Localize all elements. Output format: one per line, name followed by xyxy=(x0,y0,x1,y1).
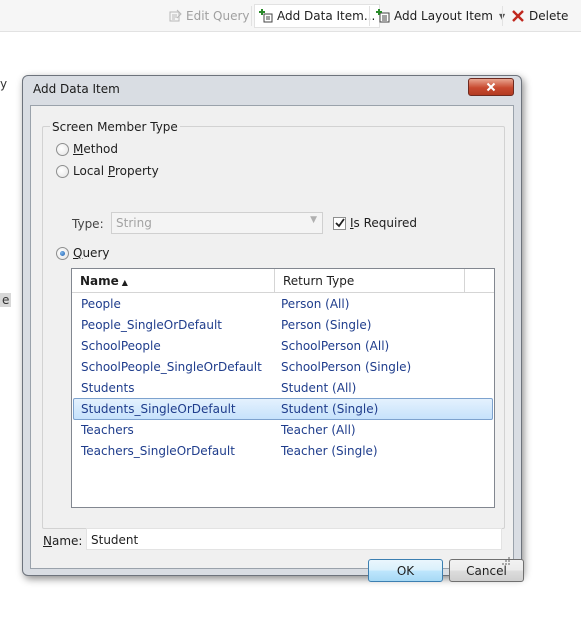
method-label: Method xyxy=(73,142,119,156)
list-item[interactable]: SchoolPeople_SingleOrDefault SchoolPerson… xyxy=(73,357,493,378)
ok-button[interactable]: OK xyxy=(368,559,443,582)
edit-query-label: Edit Query xyxy=(186,9,250,23)
designer-toolbar: Edit Query Add Data Item... Add Layout I… xyxy=(0,0,581,32)
add-layout-item-label: Add Layout Item xyxy=(394,9,493,23)
resize-grip-icon[interactable] xyxy=(501,556,511,566)
toolbar-separator xyxy=(502,6,503,26)
list-header: Name ▲ Return Type xyxy=(72,269,494,293)
query-label: Query xyxy=(73,246,110,260)
name-column-header[interactable]: Name ▲ xyxy=(72,269,275,293)
background-text-fragment: y xyxy=(0,77,8,91)
type-label: Type: xyxy=(72,217,104,231)
list-item[interactable]: Teachers_SingleOrDefault Teacher (Single) xyxy=(73,441,493,462)
toolbar-separator xyxy=(251,6,252,26)
check-icon xyxy=(334,218,345,228)
is-required-checkbox-row[interactable]: Is Required xyxy=(333,216,417,230)
add-layout-item-button[interactable]: Add Layout Item ▼ xyxy=(372,4,509,28)
return-type-column-header[interactable]: Return Type xyxy=(275,269,465,293)
query-radio[interactable]: Query xyxy=(56,246,109,260)
dialog-title: Add Data Item xyxy=(33,82,120,96)
query-radio-button[interactable] xyxy=(56,246,69,260)
group-title: Screen Member Type xyxy=(50,120,180,134)
local-property-label: Local Property xyxy=(73,164,159,178)
local-property-radio-button[interactable] xyxy=(56,164,69,178)
radio-selected-dot xyxy=(60,250,65,256)
list-item[interactable]: People Person (All) xyxy=(73,294,493,315)
list-item[interactable]: People_SingleOrDefault Person (Single) xyxy=(73,315,493,336)
local-property-radio[interactable]: Local Property xyxy=(56,164,159,178)
type-select-value: String xyxy=(116,216,152,230)
add-layout-item-icon xyxy=(376,9,390,23)
name-input[interactable]: Student xyxy=(86,528,502,550)
type-select[interactable]: String ▼ xyxy=(111,212,323,234)
list-item-selected[interactable]: Students_SingleOrDefault Student (Single) xyxy=(73,398,493,420)
method-radio[interactable]: Method xyxy=(56,142,118,156)
add-data-item-button[interactable]: Add Data Item... xyxy=(254,4,381,28)
close-button[interactable] xyxy=(468,78,514,96)
toolbar-separator xyxy=(369,6,370,26)
close-icon xyxy=(486,82,496,92)
cancel-button[interactable]: Cancel xyxy=(449,559,524,582)
is-required-label: Is Required xyxy=(350,216,418,230)
add-data-item-icon xyxy=(259,9,273,23)
background-text-fragment: e xyxy=(0,293,12,307)
list-item[interactable]: Students Student (All) xyxy=(73,378,493,399)
list-item[interactable]: Teachers Teacher (All) xyxy=(73,420,493,441)
query-list[interactable]: Name ▲ Return Type People Person (All) Peo… xyxy=(71,268,495,508)
edit-query-button[interactable]: Edit Query xyxy=(164,4,254,28)
edit-query-icon xyxy=(168,9,182,23)
sort-ascending-icon: ▲ xyxy=(121,278,128,287)
delete-icon xyxy=(511,9,525,23)
add-data-item-label: Add Data Item... xyxy=(277,9,376,23)
dialog-client-area: Screen Member Type Method Local Property… xyxy=(30,105,524,582)
name-label: Name: xyxy=(43,534,83,548)
chevron-down-icon: ▼ xyxy=(310,215,317,225)
list-item[interactable]: SchoolPeople SchoolPerson (All) xyxy=(73,336,493,357)
delete-label: Delete xyxy=(529,9,569,23)
delete-button[interactable]: Delete xyxy=(507,4,572,28)
add-data-item-dialog: Add Data Item Screen Member Type Method … xyxy=(22,75,524,582)
is-required-checkbox[interactable] xyxy=(333,216,346,230)
method-radio-button[interactable] xyxy=(56,142,69,156)
